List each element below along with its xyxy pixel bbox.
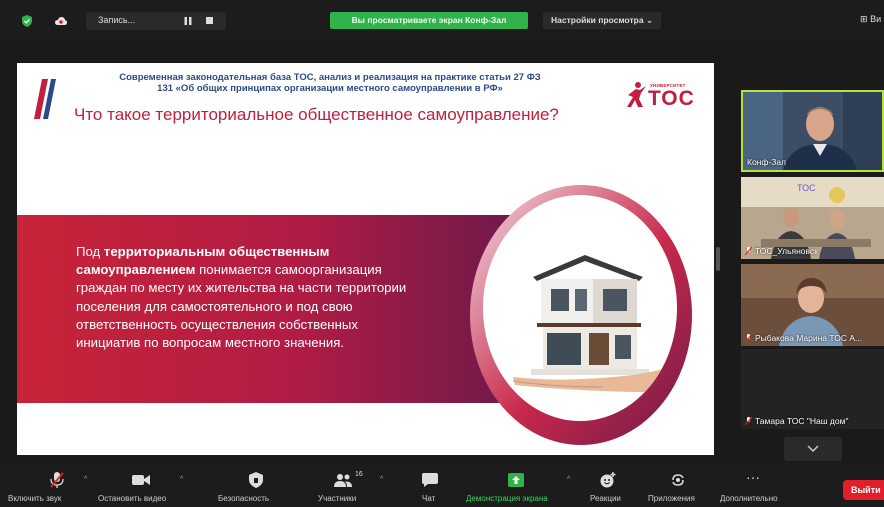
- shared-screen-slide: Современная законодательная база ТОС, ан…: [17, 63, 714, 455]
- logo-figure-icon: [627, 82, 646, 107]
- apps-button[interactable]: Приложения: [648, 462, 708, 507]
- chat-bubble-icon: [422, 473, 438, 487]
- share-options-caret[interactable]: ^: [567, 476, 570, 483]
- slide-body-text: Под территориальным общественным самоупр…: [76, 243, 416, 352]
- stop-video-label: Остановить видео: [98, 494, 167, 503]
- mic-muted-icon: [745, 417, 752, 425]
- slide-header-line-1: Современная законодательная база ТОС, ан…: [119, 72, 541, 83]
- slide-title: Что такое территориальное общественное с…: [74, 105, 559, 124]
- participant-tile[interactable]: Рыбакова Марина ТОС А...: [741, 264, 884, 346]
- video-camera-icon: [132, 475, 150, 485]
- more-button[interactable]: ··· Дополнительно: [720, 462, 792, 507]
- view-mode-button[interactable]: ⊞ Ви: [860, 14, 881, 25]
- more-label: Дополнительно: [720, 494, 778, 503]
- participant-name: Рыбакова Марина ТОС А...: [745, 333, 862, 343]
- chat-label: Чат: [422, 494, 436, 503]
- apps-icon: [672, 474, 684, 486]
- svg-text:ТОС: ТОС: [797, 183, 816, 193]
- scroll-participants-down-button[interactable]: [784, 437, 842, 461]
- participant-name: Тамара ТОС "Наш дом": [745, 416, 848, 426]
- cloud-record-icon[interactable]: [55, 16, 67, 26]
- chat-button[interactable]: Чат: [418, 462, 448, 507]
- participants-options-caret[interactable]: ^: [380, 476, 383, 483]
- house-image-circle: [483, 195, 677, 421]
- mic-muted-icon: [745, 247, 752, 255]
- participant-tile-active-speaker[interactable]: Конф-Зал: [741, 90, 884, 172]
- view-mode-label: Ви: [870, 14, 882, 24]
- pause-recording-icon[interactable]: [184, 17, 192, 25]
- mic-muted-icon: [50, 472, 64, 488]
- tos-university-logo: УНИВЕРСИТЕТ ТОС: [620, 77, 700, 111]
- recording-label: Запись...: [98, 15, 136, 25]
- logo-tos-text: ТОС: [648, 87, 695, 110]
- share-screen-label: Демонстрация экрана: [466, 494, 548, 503]
- participant-name: ТОС_Ульяновск: [745, 246, 818, 256]
- slide-logo-stripes: [34, 79, 56, 119]
- stop-recording-icon[interactable]: [206, 17, 213, 24]
- participants-icon: [334, 474, 352, 487]
- participant-tile[interactable]: Тамара ТОС "Наш дом": [741, 349, 884, 429]
- audio-options-caret[interactable]: ^: [84, 476, 87, 483]
- meeting-controls-toolbar: Включить звук ^ Остановить видео ^ Безоп…: [0, 462, 884, 507]
- participant-name-text: ТОС_Ульяновск: [755, 246, 818, 256]
- participants-button[interactable]: 16 Участники: [316, 462, 376, 507]
- video-options-caret[interactable]: ^: [180, 476, 183, 483]
- shield-check-icon[interactable]: [22, 15, 32, 27]
- viewing-share-banner: Вы просматриваете экран Конф-Зал: [330, 12, 528, 29]
- chevron-down-icon: [807, 445, 819, 453]
- leave-meeting-button[interactable]: Выйти: [843, 480, 884, 500]
- slide-body-prefix: Под: [76, 244, 104, 259]
- reactions-label: Реакции: [590, 494, 621, 503]
- participants-label: Участники: [318, 494, 357, 503]
- participants-count-badge: 16: [355, 471, 363, 478]
- security-button[interactable]: Безопасность: [216, 462, 296, 507]
- participant-name: Конф-Зал: [747, 157, 787, 167]
- meeting-top-bar: Запись... Вы просматриваете экран Конф-З…: [0, 0, 884, 40]
- stop-video-button[interactable]: Остановить видео: [98, 462, 188, 507]
- reactions-button[interactable]: Реакции: [590, 462, 630, 507]
- grid-icon: ⊞: [860, 14, 868, 24]
- mic-muted-icon: [745, 334, 752, 342]
- more-dots-icon: ···: [746, 469, 760, 485]
- house-in-hand-image: [512, 255, 673, 392]
- recording-indicator: Запись...: [86, 12, 226, 30]
- security-label: Безопасность: [218, 494, 270, 503]
- slide-header-line-2: 131 «Об общих принципах организации мест…: [157, 83, 503, 94]
- share-screen-icon: [508, 473, 524, 487]
- view-settings-button[interactable]: Настройки просмотра ⌄: [543, 12, 662, 29]
- participant-name-text: Тамара ТОС "Наш дом": [755, 416, 849, 426]
- panel-resize-handle[interactable]: [716, 247, 720, 271]
- participant-tile[interactable]: ТОС ТОС_Ульяновск: [741, 177, 884, 259]
- emoji-add-icon: [600, 472, 616, 488]
- shield-icon: [249, 472, 263, 488]
- unmute-label: Включить звук: [8, 494, 62, 503]
- share-screen-button[interactable]: Демонстрация экрана: [466, 462, 570, 507]
- unmute-button[interactable]: Включить звук: [8, 462, 78, 507]
- participant-name-text: Рыбакова Марина ТОС А...: [755, 333, 863, 343]
- apps-label: Приложения: [648, 494, 695, 503]
